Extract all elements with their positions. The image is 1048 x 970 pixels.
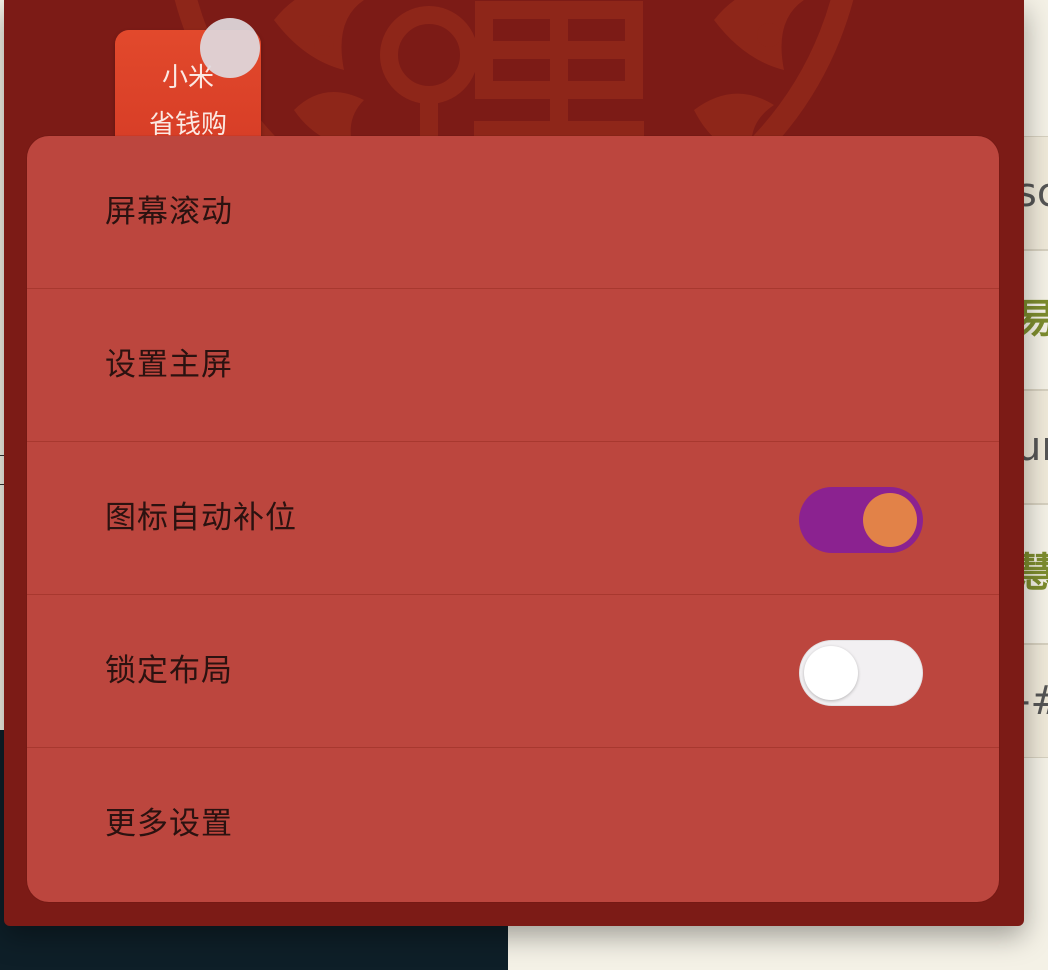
menu-item-label: 屏幕滚动 <box>105 194 233 230</box>
menu-item-label: 图标自动补位 <box>105 500 297 536</box>
drag-handle-dot[interactable] <box>200 18 260 78</box>
menu-item-label: 锁定布局 <box>105 653 233 689</box>
menu-item-set-home-screen[interactable]: 设置主屏 <box>27 289 999 442</box>
auto-fill-icons-toggle[interactable] <box>799 487 923 553</box>
launcher-window: 小米 省钱购 屏幕滚动 设置主屏 图标自动补位 锁定布局 更多设置 <box>4 0 1024 926</box>
menu-item-screen-scroll[interactable]: 屏幕滚动 <box>27 136 999 289</box>
lock-layout-toggle[interactable] <box>799 640 923 706</box>
launcher-settings-panel: 屏幕滚动 设置主屏 图标自动补位 锁定布局 更多设置 <box>27 136 999 902</box>
menu-item-auto-fill-icons: 图标自动补位 <box>27 442 999 595</box>
screen: sc 易 ur 慧 -# <box>0 0 1048 970</box>
menu-item-more-settings[interactable]: 更多设置 <box>27 748 999 901</box>
menu-item-label: 设置主屏 <box>105 347 233 383</box>
app-icon-label-line2: 省钱购 <box>148 110 227 140</box>
toggle-knob <box>804 646 858 700</box>
menu-item-label: 更多设置 <box>105 806 233 842</box>
toggle-knob <box>863 493 917 547</box>
menu-item-lock-layout: 锁定布局 <box>27 595 999 748</box>
